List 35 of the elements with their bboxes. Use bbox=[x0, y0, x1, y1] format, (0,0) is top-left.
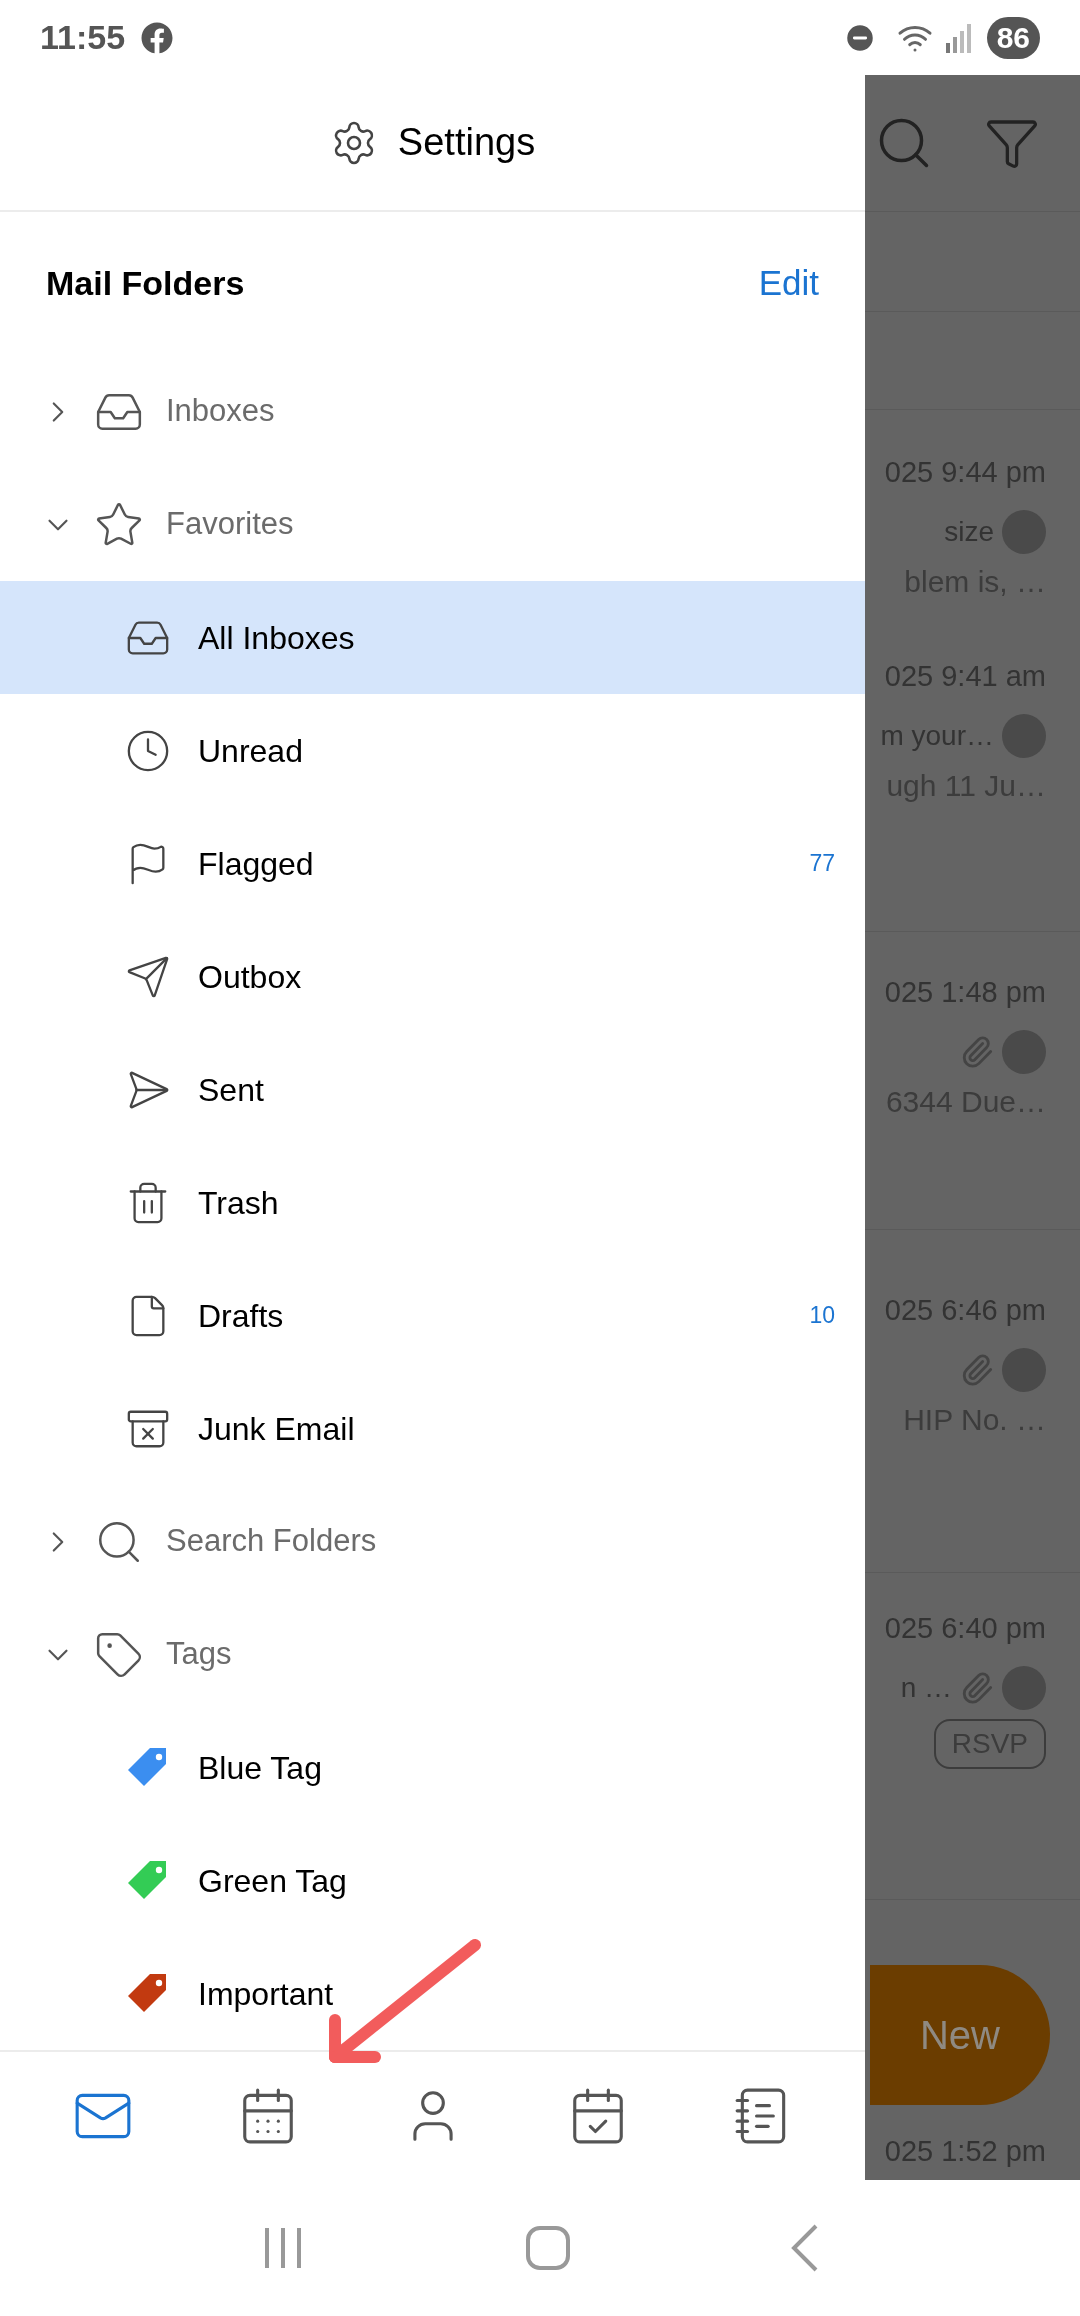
group-label[interactable]: Search Folders bbox=[166, 1518, 377, 1565]
avatar bbox=[1002, 1348, 1046, 1392]
settings-title[interactable]: Settings bbox=[397, 114, 536, 171]
group-label[interactable]: Tags bbox=[166, 1631, 232, 1678]
home-icon[interactable] bbox=[526, 2226, 570, 2270]
folder-label[interactable]: Blue Tag bbox=[198, 1743, 865, 1792]
folder-label[interactable]: Outbox bbox=[198, 952, 865, 1001]
folder-label[interactable]: Flagged bbox=[198, 839, 810, 888]
back-icon[interactable] bbox=[791, 2224, 820, 2272]
folder-label[interactable]: Junk Email bbox=[198, 1404, 865, 1453]
facebook-icon bbox=[141, 21, 174, 54]
folder-label[interactable]: Unread bbox=[198, 726, 865, 775]
group-label[interactable]: Favorites bbox=[166, 501, 294, 548]
group-label[interactable]: Inboxes bbox=[166, 388, 275, 435]
section-title: Mail Folders bbox=[46, 263, 245, 304]
status-time: 11:55 bbox=[40, 17, 126, 58]
paperclip-icon bbox=[960, 1353, 994, 1387]
avatar bbox=[1002, 1030, 1046, 1074]
folder-label[interactable]: All Inboxes bbox=[198, 613, 865, 662]
avatar bbox=[1002, 1666, 1046, 1710]
folder-row[interactable]: All Inboxes bbox=[0, 581, 865, 694]
folder-label[interactable]: Sent bbox=[198, 1065, 865, 1114]
signal-icon bbox=[944, 22, 973, 53]
edit-button[interactable]: Edit bbox=[758, 257, 819, 310]
folder-label[interactable]: Important bbox=[198, 1969, 865, 2018]
folder-label[interactable]: Drafts bbox=[198, 1291, 810, 1340]
folder-count: 10 bbox=[809, 1301, 835, 1331]
folder-count: 77 bbox=[809, 849, 835, 879]
avatar bbox=[1002, 714, 1046, 758]
paperclip-icon bbox=[960, 1035, 994, 1069]
paperclip-icon bbox=[960, 1671, 994, 1705]
avatar bbox=[1002, 510, 1046, 554]
folder-label[interactable]: Green Tag bbox=[198, 1856, 865, 1905]
folder-label[interactable]: Trash bbox=[198, 1178, 865, 1227]
battery-level: 86 bbox=[986, 16, 1040, 59]
